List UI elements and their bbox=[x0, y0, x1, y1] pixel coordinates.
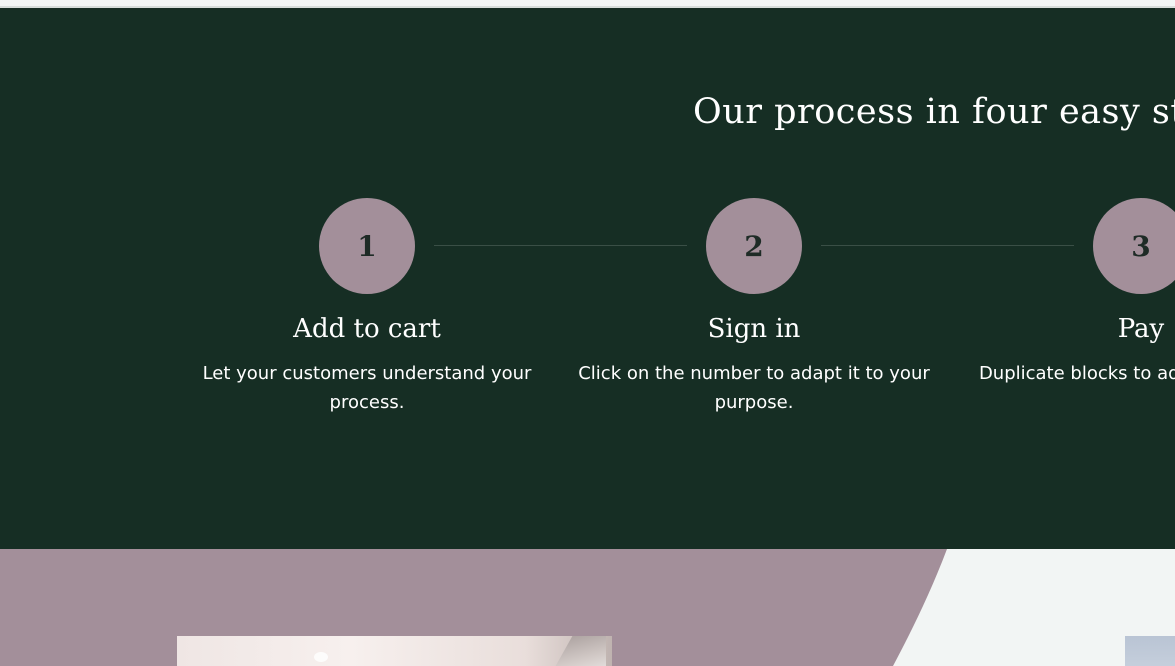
step-number-badge[interactable]: 3 bbox=[1093, 198, 1175, 294]
step-2: 2 Sign in Click on the number to adapt i… bbox=[574, 198, 934, 417]
window-detail bbox=[550, 636, 606, 666]
step-1: 1 Add to cart Let your customers underst… bbox=[187, 198, 547, 417]
section-title: Our process in four easy steps bbox=[693, 92, 1175, 132]
step-title: Sign in bbox=[707, 314, 801, 344]
step-description: Click on the number to adapt it to your … bbox=[578, 363, 930, 413]
step-title: Pay bbox=[1117, 314, 1165, 344]
previous-section-edge bbox=[0, 0, 1175, 8]
step-title: Add to cart bbox=[293, 314, 441, 344]
gallery-section bbox=[0, 549, 1175, 666]
interior-photo bbox=[177, 636, 612, 666]
step-description: Duplicate blocks to add more steps. bbox=[978, 363, 1175, 384]
step-3: 3 Pay Duplicate blocks to add more steps… bbox=[961, 198, 1175, 388]
step-description: Let your customers understand your proce… bbox=[202, 363, 532, 413]
step-number-badge[interactable]: 2 bbox=[706, 198, 802, 294]
step-number-badge[interactable]: 1 bbox=[319, 198, 415, 294]
process-section: Our process in four easy steps 1 Add to … bbox=[0, 8, 1175, 549]
ceiling-lamp-detail bbox=[314, 652, 328, 662]
interior-photo-right bbox=[1125, 636, 1175, 666]
